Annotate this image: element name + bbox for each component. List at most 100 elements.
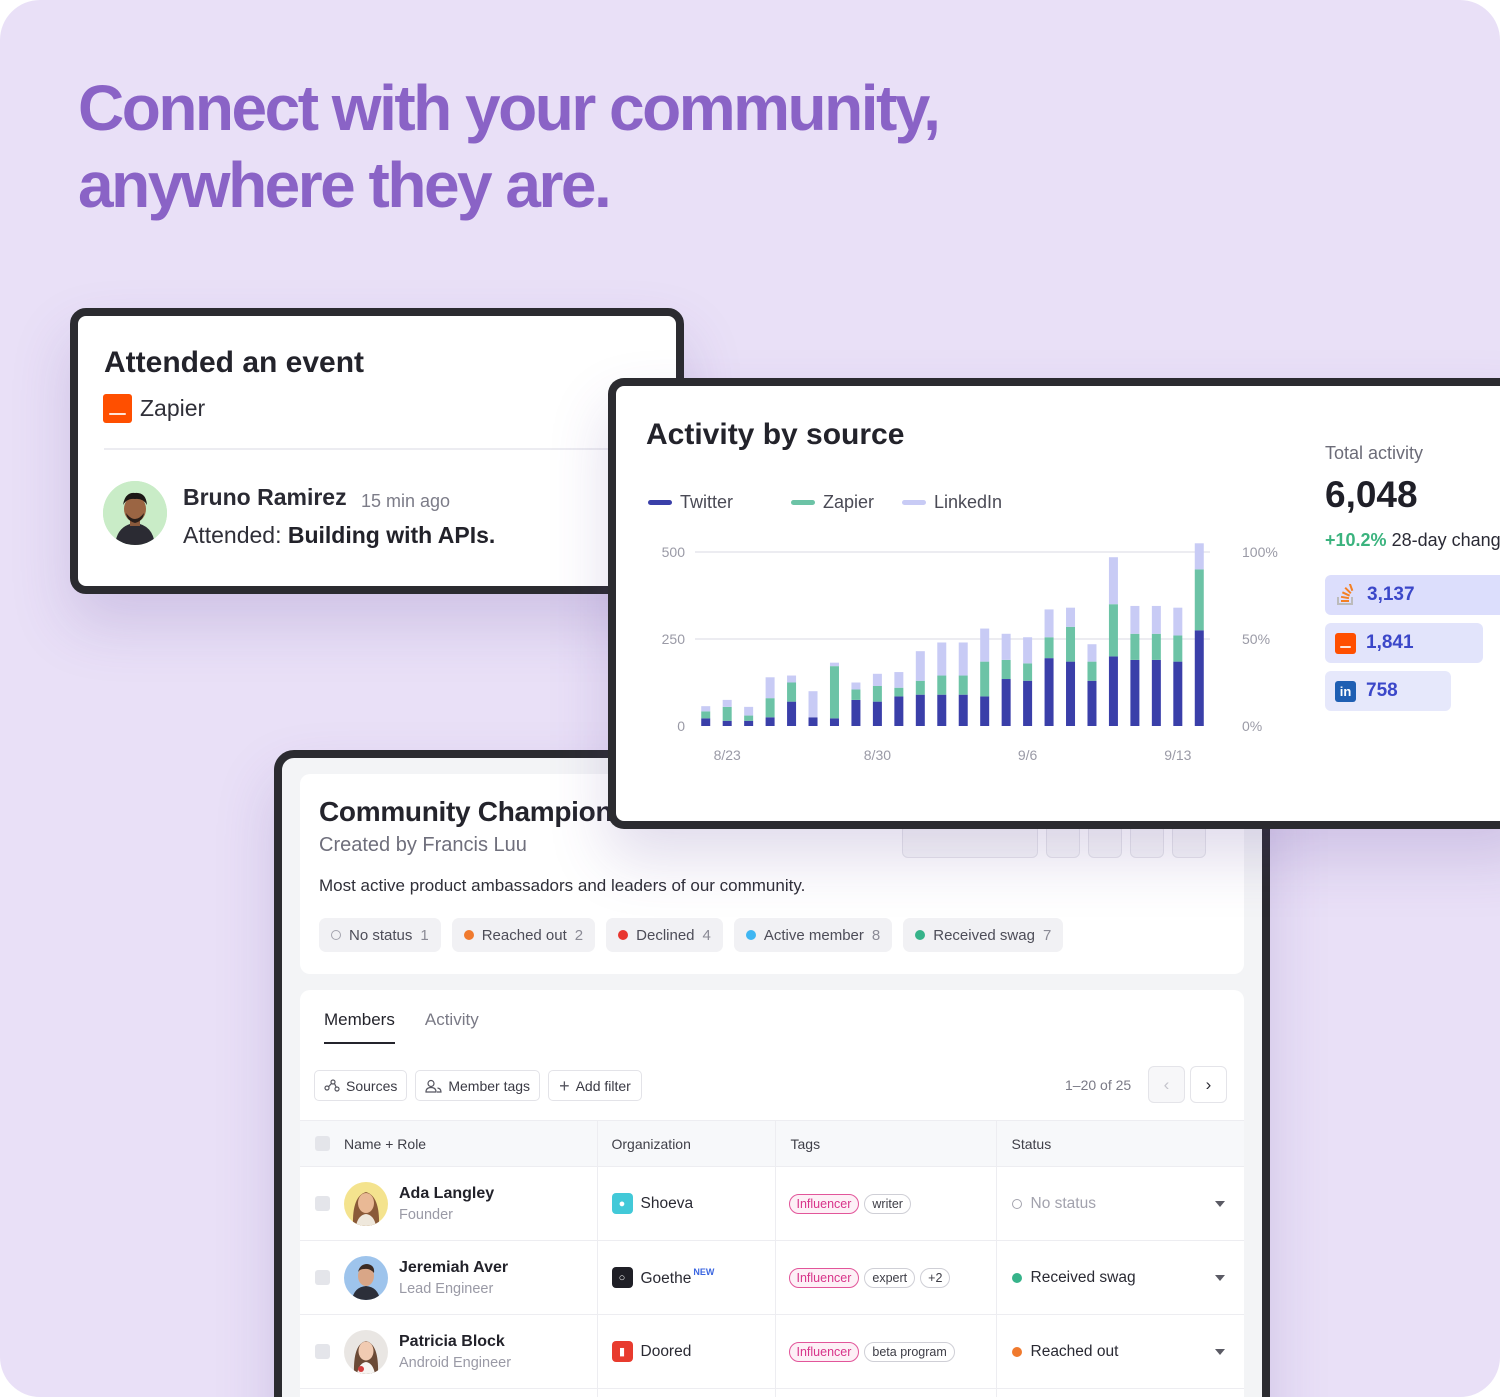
- chevron-down-icon[interactable]: [1215, 1348, 1225, 1355]
- row-checkbox[interactable]: [315, 1344, 330, 1359]
- chevron-down-icon[interactable]: [1215, 1274, 1225, 1281]
- bar-segment-twitter: [851, 699, 861, 726]
- chip-count: 4: [702, 926, 711, 944]
- select-all-checkbox[interactable]: [315, 1136, 330, 1151]
- status-chip-received-swag[interactable]: Received swag 7: [903, 918, 1064, 952]
- list-title: Community Champions: [319, 796, 628, 827]
- tag-writer[interactable]: writer: [864, 1193, 911, 1214]
- add-member-button[interactable]: [902, 824, 1038, 858]
- member-name[interactable]: Ada Langley: [399, 1185, 494, 1203]
- more-button[interactable]: [1172, 824, 1206, 858]
- tag-influencer[interactable]: Influencer: [788, 1193, 860, 1214]
- legend-item-linkedin[interactable]: LinkedIn: [902, 492, 1002, 513]
- source-total-zapier[interactable]: 1,841: [1325, 623, 1483, 663]
- bar-segment-zapier: [701, 711, 711, 719]
- tab-members[interactable]: Members: [324, 1010, 395, 1044]
- member-name[interactable]: Jeremiah Aver: [399, 1259, 508, 1277]
- row-checkbox[interactable]: [315, 1270, 330, 1285]
- status-chip-reached-out[interactable]: Reached out 2: [451, 918, 596, 952]
- status-dot: [331, 930, 341, 940]
- organization-name[interactable]: Shoeva: [641, 1195, 694, 1213]
- filter-label: Member tags: [448, 1077, 531, 1094]
- table-row[interactable]: Jeremiah Aver Lead Engineer ○ GoetheNEW: [300, 1240, 1244, 1315]
- event-name[interactable]: Building with APIs.: [288, 522, 495, 548]
- bar-segment-zapier: [744, 715, 754, 721]
- bar-segment-twitter: [1066, 661, 1076, 726]
- next-page-button[interactable]: ›: [1190, 1066, 1227, 1103]
- activity-card-title: Activity by source: [646, 418, 905, 451]
- legend-label: LinkedIn: [934, 492, 1003, 512]
- chevron-down-icon[interactable]: [1215, 1200, 1225, 1207]
- column-label: Status: [1011, 1135, 1052, 1152]
- source-total-linkedin[interactable]: in 758: [1325, 671, 1451, 711]
- source-total-value: 758: [1366, 680, 1398, 701]
- bar-segment-twitter: [980, 696, 990, 726]
- tag-overflow-count[interactable]: +2: [920, 1267, 951, 1288]
- bar-segment-twitter: [808, 717, 818, 726]
- bar-segment-twitter: [701, 718, 711, 726]
- tag-influencer[interactable]: Influencer: [788, 1267, 860, 1288]
- action-button[interactable]: [1046, 824, 1080, 858]
- bar-segment-linkedin: [1108, 557, 1118, 605]
- status-cell[interactable]: Reached out: [995, 1314, 1244, 1389]
- bar-segment-zapier: [872, 685, 882, 702]
- bar-segment-zapier: [722, 706, 732, 721]
- linkedin-icon: in: [1335, 680, 1356, 702]
- avatar[interactable]: [344, 1255, 388, 1300]
- legend-swatch: [791, 500, 815, 505]
- tag-expert[interactable]: expert: [864, 1267, 916, 1288]
- tag-influencer[interactable]: Influencer: [788, 1341, 860, 1362]
- organization-name[interactable]: Goethe NEW: [641, 1267, 715, 1288]
- goethe-logo-icon: ○: [611, 1267, 633, 1288]
- status-chip-declined[interactable]: Declined 4: [606, 918, 723, 952]
- member-name[interactable]: Patricia Block: [399, 1333, 511, 1351]
- table-row[interactable]: Ada Langley Founder ● Shoeva Influencer …: [300, 1166, 1244, 1241]
- organization-name[interactable]: Doored: [641, 1343, 692, 1361]
- member-tags-filter-button[interactable]: Member tags: [415, 1070, 541, 1101]
- status-dot: [618, 930, 629, 940]
- table-row[interactable]: [300, 1388, 1244, 1397]
- bar-segment-zapier: [1173, 635, 1183, 662]
- column-header-tags[interactable]: Tags: [774, 1120, 996, 1167]
- bar-segment-twitter: [1023, 680, 1033, 726]
- status-cell[interactable]: No status: [995, 1166, 1244, 1241]
- pagination-text: 1–20 of 25: [1065, 1077, 1132, 1093]
- tag-beta-program[interactable]: beta program: [864, 1341, 955, 1362]
- bar-segment-linkedin: [808, 691, 818, 718]
- action-button[interactable]: [1130, 824, 1164, 858]
- bar-segment-linkedin: [787, 675, 797, 683]
- filter-bar: Sources Member tags + Add filter: [314, 1070, 642, 1101]
- column-header-status[interactable]: Status: [995, 1120, 1244, 1167]
- person-name[interactable]: Bruno Ramirez: [183, 484, 347, 511]
- status-chip-no-status[interactable]: No status 1: [319, 918, 441, 952]
- bar-segment-twitter: [765, 717, 775, 726]
- bar-segment-linkedin: [1066, 607, 1076, 627]
- bar-segment-linkedin: [1044, 609, 1054, 638]
- status-dot: [1011, 1198, 1022, 1209]
- avatar[interactable]: [344, 1329, 388, 1374]
- x-tick-label: 9/13: [1164, 747, 1191, 763]
- table-row[interactable]: Patricia Block Android Engineer ▮ Doored: [300, 1314, 1244, 1389]
- chevron-left-icon: ‹: [1163, 1074, 1170, 1094]
- legend-item-twitter[interactable]: Twitter: [648, 492, 791, 513]
- member-role: Founder: [399, 1206, 454, 1223]
- legend-item-zapier[interactable]: Zapier: [791, 492, 902, 513]
- column-header-organization[interactable]: Organization: [596, 1120, 775, 1167]
- action-button[interactable]: [1088, 824, 1122, 858]
- previous-page-button[interactable]: ‹: [1148, 1066, 1185, 1103]
- avatar[interactable]: [344, 1181, 388, 1226]
- avatar[interactable]: [103, 481, 167, 545]
- status-cell[interactable]: Received swag: [995, 1240, 1244, 1315]
- sources-filter-button[interactable]: Sources: [314, 1070, 408, 1101]
- source-total-stackoverflow[interactable]: 3,137: [1325, 575, 1500, 615]
- bar-segment-zapier: [958, 675, 968, 695]
- event-card[interactable]: Attended an event Zapier Bruno Ramirez 1…: [70, 308, 684, 594]
- tab-activity[interactable]: Activity: [425, 1010, 479, 1044]
- activity-card: Activity by source Twitter Zapier Linked…: [608, 378, 1500, 829]
- add-filter-button[interactable]: + Add filter: [548, 1070, 642, 1101]
- column-header-name[interactable]: Name + Role: [300, 1120, 597, 1167]
- event-source-label: Zapier: [140, 395, 206, 421]
- status-chip-active-member[interactable]: Active member 8: [733, 918, 893, 952]
- row-checkbox[interactable]: [315, 1196, 330, 1211]
- bar-segment-linkedin: [1087, 644, 1097, 662]
